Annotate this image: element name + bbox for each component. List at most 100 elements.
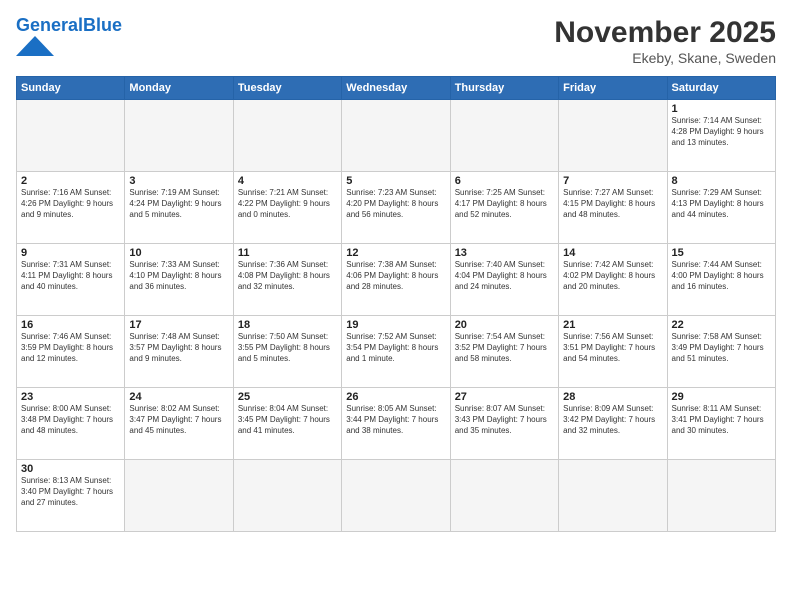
- calendar-cell: [17, 100, 125, 172]
- day-info: Sunrise: 7:19 AM Sunset: 4:24 PM Dayligh…: [129, 188, 228, 220]
- day-number: 21: [563, 319, 662, 331]
- day-number: 7: [563, 175, 662, 187]
- calendar-cell: 3Sunrise: 7:19 AM Sunset: 4:24 PM Daylig…: [125, 172, 233, 244]
- calendar-cell: [342, 460, 450, 532]
- day-info: Sunrise: 7:23 AM Sunset: 4:20 PM Dayligh…: [346, 188, 445, 220]
- calendar-cell: 23Sunrise: 8:00 AM Sunset: 3:48 PM Dayli…: [17, 388, 125, 460]
- calendar-week-3: 16Sunrise: 7:46 AM Sunset: 3:59 PM Dayli…: [17, 316, 776, 388]
- day-info: Sunrise: 7:58 AM Sunset: 3:49 PM Dayligh…: [672, 332, 771, 364]
- day-info: Sunrise: 8:11 AM Sunset: 3:41 PM Dayligh…: [672, 404, 771, 436]
- calendar-title: November 2025: [554, 16, 776, 50]
- day-number: 19: [346, 319, 445, 331]
- day-number: 26: [346, 391, 445, 403]
- calendar-cell: [125, 460, 233, 532]
- day-info: Sunrise: 7:25 AM Sunset: 4:17 PM Dayligh…: [455, 188, 554, 220]
- calendar-cell: 22Sunrise: 7:58 AM Sunset: 3:49 PM Dayli…: [667, 316, 775, 388]
- day-info: Sunrise: 7:46 AM Sunset: 3:59 PM Dayligh…: [21, 332, 120, 364]
- day-header-friday: Friday: [559, 77, 667, 100]
- day-info: Sunrise: 7:16 AM Sunset: 4:26 PM Dayligh…: [21, 188, 120, 220]
- calendar-cell: [667, 460, 775, 532]
- calendar-week-2: 9Sunrise: 7:31 AM Sunset: 4:11 PM Daylig…: [17, 244, 776, 316]
- title-block: November 2025 Ekeby, Skane, Sweden: [554, 16, 776, 66]
- calendar-cell: 6Sunrise: 7:25 AM Sunset: 4:17 PM Daylig…: [450, 172, 558, 244]
- day-number: 1: [672, 103, 771, 115]
- calendar-cell: [233, 100, 341, 172]
- day-number: 28: [563, 391, 662, 403]
- calendar-body: 1Sunrise: 7:14 AM Sunset: 4:28 PM Daylig…: [17, 100, 776, 532]
- day-number: 27: [455, 391, 554, 403]
- calendar-cell: 7Sunrise: 7:27 AM Sunset: 4:15 PM Daylig…: [559, 172, 667, 244]
- calendar-cell: 24Sunrise: 8:02 AM Sunset: 3:47 PM Dayli…: [125, 388, 233, 460]
- day-info: Sunrise: 8:04 AM Sunset: 3:45 PM Dayligh…: [238, 404, 337, 436]
- calendar-cell: [559, 100, 667, 172]
- calendar-cell: 11Sunrise: 7:36 AM Sunset: 4:08 PM Dayli…: [233, 244, 341, 316]
- logo: GeneralBlue: [16, 16, 122, 61]
- day-header-sunday: Sunday: [17, 77, 125, 100]
- calendar-cell: 14Sunrise: 7:42 AM Sunset: 4:02 PM Dayli…: [559, 244, 667, 316]
- calendar-cell: 17Sunrise: 7:48 AM Sunset: 3:57 PM Dayli…: [125, 316, 233, 388]
- calendar-table: SundayMondayTuesdayWednesdayThursdayFrid…: [16, 76, 776, 532]
- day-info: Sunrise: 7:54 AM Sunset: 3:52 PM Dayligh…: [455, 332, 554, 364]
- calendar-cell: 2Sunrise: 7:16 AM Sunset: 4:26 PM Daylig…: [17, 172, 125, 244]
- calendar-cell: 26Sunrise: 8:05 AM Sunset: 3:44 PM Dayli…: [342, 388, 450, 460]
- day-number: 8: [672, 175, 771, 187]
- day-info: Sunrise: 8:00 AM Sunset: 3:48 PM Dayligh…: [21, 404, 120, 436]
- calendar-cell: 12Sunrise: 7:38 AM Sunset: 4:06 PM Dayli…: [342, 244, 450, 316]
- day-number: 14: [563, 247, 662, 259]
- calendar-cell: 4Sunrise: 7:21 AM Sunset: 4:22 PM Daylig…: [233, 172, 341, 244]
- calendar-cell: 9Sunrise: 7:31 AM Sunset: 4:11 PM Daylig…: [17, 244, 125, 316]
- calendar-cell: 21Sunrise: 7:56 AM Sunset: 3:51 PM Dayli…: [559, 316, 667, 388]
- day-info: Sunrise: 7:27 AM Sunset: 4:15 PM Dayligh…: [563, 188, 662, 220]
- day-info: Sunrise: 8:02 AM Sunset: 3:47 PM Dayligh…: [129, 404, 228, 436]
- day-info: Sunrise: 8:09 AM Sunset: 3:42 PM Dayligh…: [563, 404, 662, 436]
- day-number: 23: [21, 391, 120, 403]
- day-info: Sunrise: 7:42 AM Sunset: 4:02 PM Dayligh…: [563, 260, 662, 292]
- day-number: 17: [129, 319, 228, 331]
- calendar-subtitle: Ekeby, Skane, Sweden: [554, 50, 776, 66]
- calendar-cell: 27Sunrise: 8:07 AM Sunset: 3:43 PM Dayli…: [450, 388, 558, 460]
- day-info: Sunrise: 7:40 AM Sunset: 4:04 PM Dayligh…: [455, 260, 554, 292]
- day-number: 24: [129, 391, 228, 403]
- calendar-cell: 25Sunrise: 8:04 AM Sunset: 3:45 PM Dayli…: [233, 388, 341, 460]
- day-header-wednesday: Wednesday: [342, 77, 450, 100]
- day-number: 15: [672, 247, 771, 259]
- logo-blue: Blue: [83, 15, 122, 35]
- calendar-cell: [450, 460, 558, 532]
- day-info: Sunrise: 7:31 AM Sunset: 4:11 PM Dayligh…: [21, 260, 120, 292]
- calendar-week-5: 30Sunrise: 8:13 AM Sunset: 3:40 PM Dayli…: [17, 460, 776, 532]
- calendar-cell: 15Sunrise: 7:44 AM Sunset: 4:00 PM Dayli…: [667, 244, 775, 316]
- calendar-header: SundayMondayTuesdayWednesdayThursdayFrid…: [17, 77, 776, 100]
- day-info: Sunrise: 7:48 AM Sunset: 3:57 PM Dayligh…: [129, 332, 228, 364]
- calendar-cell: 29Sunrise: 8:11 AM Sunset: 3:41 PM Dayli…: [667, 388, 775, 460]
- calendar-week-0: 1Sunrise: 7:14 AM Sunset: 4:28 PM Daylig…: [17, 100, 776, 172]
- calendar-week-4: 23Sunrise: 8:00 AM Sunset: 3:48 PM Dayli…: [17, 388, 776, 460]
- day-info: Sunrise: 7:52 AM Sunset: 3:54 PM Dayligh…: [346, 332, 445, 364]
- day-number: 22: [672, 319, 771, 331]
- logo-icon: [16, 36, 54, 56]
- calendar-cell: 18Sunrise: 7:50 AM Sunset: 3:55 PM Dayli…: [233, 316, 341, 388]
- header: GeneralBlue November 2025 Ekeby, Skane, …: [16, 16, 776, 66]
- day-info: Sunrise: 7:33 AM Sunset: 4:10 PM Dayligh…: [129, 260, 228, 292]
- calendar-cell: 10Sunrise: 7:33 AM Sunset: 4:10 PM Dayli…: [125, 244, 233, 316]
- day-number: 12: [346, 247, 445, 259]
- day-header-thursday: Thursday: [450, 77, 558, 100]
- day-number: 20: [455, 319, 554, 331]
- day-number: 6: [455, 175, 554, 187]
- day-info: Sunrise: 7:50 AM Sunset: 3:55 PM Dayligh…: [238, 332, 337, 364]
- logo-general: General: [16, 15, 83, 35]
- day-number: 18: [238, 319, 337, 331]
- day-info: Sunrise: 7:56 AM Sunset: 3:51 PM Dayligh…: [563, 332, 662, 364]
- day-info: Sunrise: 8:05 AM Sunset: 3:44 PM Dayligh…: [346, 404, 445, 436]
- calendar-cell: 13Sunrise: 7:40 AM Sunset: 4:04 PM Dayli…: [450, 244, 558, 316]
- calendar-cell: [559, 460, 667, 532]
- day-number: 13: [455, 247, 554, 259]
- day-number: 9: [21, 247, 120, 259]
- day-number: 16: [21, 319, 120, 331]
- day-info: Sunrise: 7:44 AM Sunset: 4:00 PM Dayligh…: [672, 260, 771, 292]
- calendar-cell: 5Sunrise: 7:23 AM Sunset: 4:20 PM Daylig…: [342, 172, 450, 244]
- page: GeneralBlue November 2025 Ekeby, Skane, …: [0, 0, 792, 612]
- day-info: Sunrise: 7:14 AM Sunset: 4:28 PM Dayligh…: [672, 116, 771, 148]
- calendar-cell: [342, 100, 450, 172]
- day-info: Sunrise: 8:07 AM Sunset: 3:43 PM Dayligh…: [455, 404, 554, 436]
- day-number: 10: [129, 247, 228, 259]
